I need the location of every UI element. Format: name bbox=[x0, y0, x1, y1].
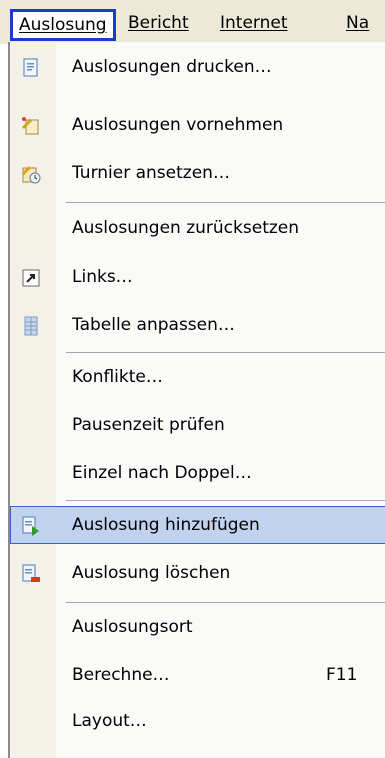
menu-item-auslosung-loeschen[interactable]: Auslosung löschen bbox=[10, 554, 385, 592]
menu-bar: Auslosung Bericht Internet Na bbox=[0, 0, 385, 44]
menu-item-label: Einzel nach Doppel… bbox=[72, 463, 252, 483]
menu-item-label: Layout… bbox=[72, 711, 147, 731]
menu-item-label: Auslosungsort bbox=[72, 617, 193, 637]
shortcut-arrow-icon bbox=[20, 267, 42, 289]
menu-item-label: Nach Excel exportieren bbox=[72, 748, 269, 758]
menu-item-auslosungen-drucken[interactable]: Auslosungen drucken… bbox=[10, 48, 385, 86]
menu-item-auslosungen-vornehmen[interactable]: Auslosungen vornehmen bbox=[10, 106, 385, 144]
print-draw-icon bbox=[20, 57, 42, 79]
menu-separator bbox=[66, 500, 385, 501]
menu-separator bbox=[66, 602, 385, 603]
menu-item-label: Berechne… bbox=[72, 665, 170, 685]
menu-bericht[interactable]: Bericht bbox=[122, 10, 195, 36]
menu-na[interactable]: Na bbox=[340, 10, 375, 36]
delete-draw-icon bbox=[20, 563, 42, 585]
menu-auslosung[interactable]: Auslosung bbox=[10, 9, 116, 41]
menu-item-nach-excel-exportieren[interactable]: Nach Excel exportieren bbox=[10, 748, 385, 758]
menu-item-tabelle-anpassen[interactable]: Tabelle anpassen… bbox=[10, 306, 385, 344]
menu-item-links[interactable]: Links… bbox=[10, 258, 385, 296]
auslosung-dropdown-menu: Auslosungen drucken… Auslosungen vornehm… bbox=[8, 42, 385, 758]
menu-item-label: Turnier ansetzen… bbox=[72, 163, 230, 183]
schedule-tournament-icon bbox=[20, 163, 42, 185]
menu-item-label: Auslosungen zurücksetzen bbox=[72, 218, 300, 238]
menu-separator bbox=[66, 202, 385, 203]
menu-item-label: Auslosungen vornehmen bbox=[72, 115, 284, 135]
menu-item-turnier-ansetzen[interactable]: Turnier ansetzen… bbox=[10, 154, 385, 192]
menu-item-label: Pausenzeit prüfen bbox=[72, 415, 225, 435]
menu-item-label: Tabelle anpassen… bbox=[72, 315, 235, 335]
menu-item-konflikte[interactable]: Konflikte… bbox=[10, 358, 385, 396]
table-icon bbox=[20, 315, 42, 337]
menu-item-label: Auslosungen drucken… bbox=[72, 57, 272, 77]
menu-item-berechne[interactable]: Berechne… F11 bbox=[10, 656, 385, 694]
menu-item-label: Konflikte… bbox=[72, 367, 163, 387]
menu-item-auslosung-hinzufuegen[interactable]: Auslosung hinzufügen bbox=[10, 506, 385, 544]
menu-separator bbox=[66, 352, 385, 353]
menu-item-auslosungsort[interactable]: Auslosungsort bbox=[10, 608, 385, 646]
menu-item-label: Links… bbox=[72, 267, 133, 287]
shortcut-label: F11 bbox=[326, 665, 358, 685]
menu-item-auslosungen-zuruecksetzen[interactable]: Auslosungen zurücksetzen bbox=[10, 209, 385, 247]
draw-wizard-icon bbox=[20, 115, 42, 137]
icon-gutter bbox=[10, 42, 56, 758]
menu-item-label: Auslosung löschen bbox=[72, 563, 231, 583]
menu-internet[interactable]: Internet bbox=[214, 10, 294, 36]
menu-item-einzel-nach-doppel[interactable]: Einzel nach Doppel… bbox=[10, 454, 385, 492]
menu-item-label: Auslosung hinzufügen bbox=[72, 515, 260, 535]
add-draw-icon bbox=[20, 515, 42, 537]
menu-item-layout[interactable]: Layout… bbox=[10, 702, 385, 740]
menu-item-pausenzeit-pruefen[interactable]: Pausenzeit prüfen bbox=[10, 406, 385, 444]
